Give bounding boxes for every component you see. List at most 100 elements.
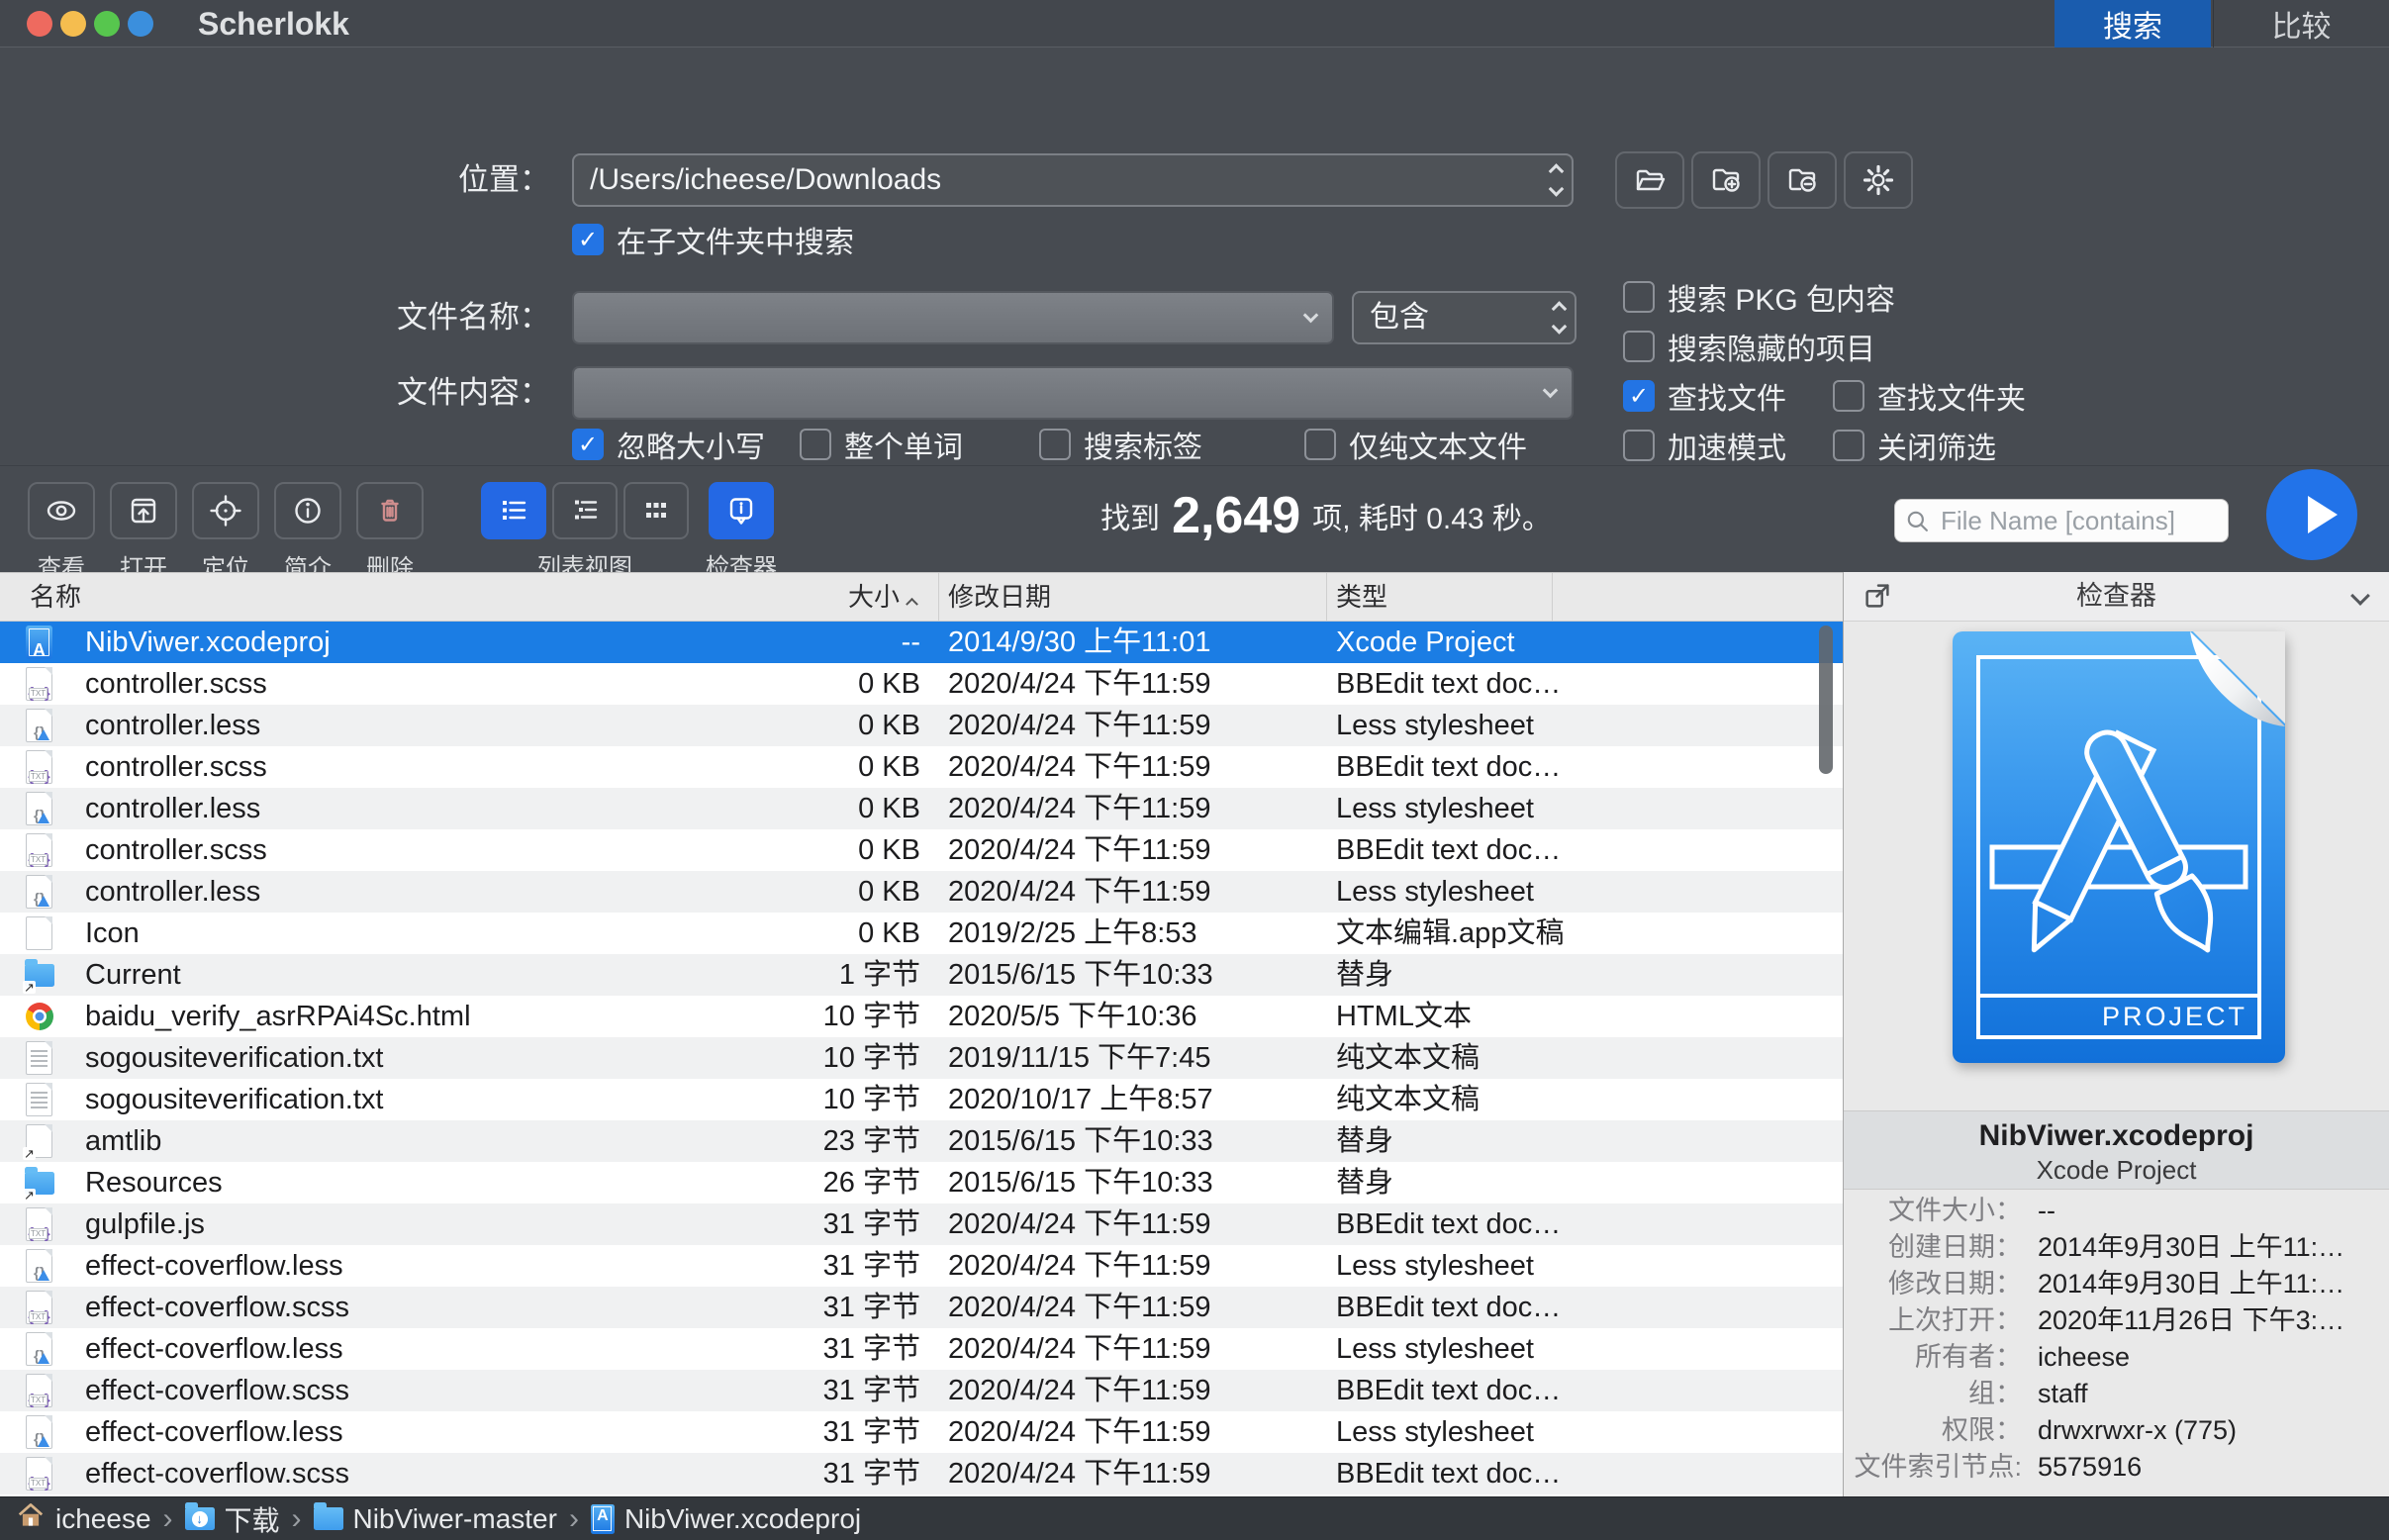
search-form: 位置： /Users/icheese/Downloads ✓ 在子文件夹中搜索 … <box>0 48 2389 465</box>
detail-label: 修改日期： <box>1844 1266 2038 1302</box>
open-button[interactable] <box>110 482 177 539</box>
tab-search[interactable]: 搜索 <box>2055 0 2211 48</box>
close-window-button[interactable] <box>27 11 52 37</box>
checkbox-查找文件夹[interactable]: 查找文件夹 <box>1833 374 2026 418</box>
checkbox-忽略大小写[interactable]: ✓忽略大小写 <box>572 423 765 466</box>
column-header-size[interactable]: 大小 <box>693 573 916 621</box>
breadcrumb-item[interactable]: NibViwer.xcodeproj <box>591 1503 861 1535</box>
file-type: Xcode Project <box>1336 622 1515 663</box>
zoom-window-button[interactable] <box>94 11 120 37</box>
add-folder-button[interactable] <box>1691 151 1761 209</box>
breadcrumb-item[interactable]: NibViwer-master <box>314 1503 557 1535</box>
table-row[interactable]: ↗amtlib23 字节2015/6/15 下午10:33替身 <box>0 1120 1843 1162</box>
checkbox-搜索隐藏的项目[interactable]: 搜索隐藏的项目 <box>1623 325 1875 368</box>
file-name: effect-coverflow.scss <box>85 1287 349 1328</box>
table-row[interactable]: {}controller.less0 KB2020/4/24 下午11:59Le… <box>0 705 1843 746</box>
file-date: 2015/6/15 下午10:33 <box>948 1120 1213 1162</box>
alias-arrow-icon: ↗ <box>23 1147 36 1160</box>
table-row[interactable]: sogousiteverification.txt10 字节2020/10/17… <box>0 1079 1843 1120</box>
table-row[interactable]: {B}TXTeffect-coverflow.scss31 字节2020/4/2… <box>0 1453 1843 1494</box>
table-row[interactable]: ↗Resources26 字节2015/6/15 下午10:33替身 <box>0 1162 1843 1203</box>
checkbox-整个单词[interactable]: 整个单词 <box>800 423 963 466</box>
detail-label: 创建日期： <box>1844 1229 2038 1266</box>
checkbox-仅纯文本文件[interactable]: 仅纯文本文件 <box>1304 423 1527 466</box>
checkbox-关闭筛选[interactable]: 关闭筛选 <box>1833 424 1996 467</box>
settings-button[interactable] <box>1844 151 1913 209</box>
checkbox-search-subfolders[interactable]: ✓ 在子文件夹中搜索 <box>572 218 854 261</box>
table-row[interactable]: {B}TXTeffect-coverflow.scss31 字节2020/4/2… <box>0 1370 1843 1411</box>
table-row[interactable]: {B}TXTgulpfile.js31 字节2020/4/24 下午11:59B… <box>0 1203 1843 1245</box>
tab-compare[interactable]: 比较 <box>2213 0 2389 48</box>
file-name: sogousiteverification.txt <box>85 1037 383 1079</box>
xcode-project-icon <box>22 625 57 660</box>
svg-text:PROJECT: PROJECT <box>2102 1002 2247 1031</box>
open-folder-button[interactable] <box>1615 151 1684 209</box>
info-button[interactable] <box>274 482 341 539</box>
table-row[interactable]: {B}TXTeffect-coverflow.scss31 字节2020/4/2… <box>0 1287 1843 1328</box>
file-size: 10 字节 <box>683 996 920 1037</box>
file-size: 0 KB <box>683 746 920 788</box>
table-row[interactable]: {}effect-coverflow.less31 字节2020/4/24 下午… <box>0 1245 1843 1287</box>
location-select[interactable]: /Users/icheese/Downloads <box>572 153 1574 207</box>
match-mode-select[interactable]: 包含 <box>1352 291 1577 344</box>
outline-view-button[interactable] <box>552 482 618 539</box>
file-name-input[interactable] <box>572 291 1334 344</box>
breadcrumb-item[interactable]: icheese <box>16 1500 151 1537</box>
table-row[interactable]: ↗Current1 字节2015/6/15 下午10:33替身 <box>0 954 1843 996</box>
less-doc-icon: {} <box>22 1414 57 1450</box>
table-row[interactable]: baidu_verify_asrRPAi4Sc.html10 字节2020/5/… <box>0 996 1843 1037</box>
checkbox-box <box>1039 429 1071 460</box>
file-size: 31 字节 <box>683 1411 920 1453</box>
view-button[interactable] <box>28 482 95 539</box>
locate-button[interactable] <box>192 482 259 539</box>
bbedit-doc-icon: {B}TXT <box>22 1290 57 1325</box>
checkbox-搜索 PKG 包内容[interactable]: 搜索 PKG 包内容 <box>1623 275 1895 319</box>
file-content-input[interactable] <box>572 366 1574 420</box>
minimize-window-button[interactable] <box>60 11 86 37</box>
table-row[interactable]: {}effect-coverflow.less31 字节2020/4/24 下午… <box>0 1328 1843 1370</box>
app-window: Scherlokk 搜索 比较 位置： /Users/icheese/Downl… <box>0 0 2389 1540</box>
table-row[interactable]: Icon0 KB2019/2/25 上午8:53文本编辑.app文稿 <box>0 913 1843 954</box>
bbedit-doc-icon: {B}TXT <box>22 1206 57 1242</box>
search-result-status: 找到 2,649 项, 耗时 0.43 秒。 <box>1099 466 1554 565</box>
filter-input[interactable] <box>1939 502 2220 539</box>
table-row[interactable]: {}controller.less0 KB2020/4/24 下午11:59Le… <box>0 871 1843 913</box>
bbedit-doc-icon: {B}TXT <box>22 1373 57 1408</box>
stepper-icon <box>1551 166 1562 195</box>
folder-icon: ↗ <box>22 957 57 993</box>
detail-value: 2014年9月30日 上午11:… <box>2038 1229 2344 1266</box>
scrollbar-thumb[interactable] <box>1819 626 1833 774</box>
inspector-toggle-button[interactable] <box>709 482 774 539</box>
checkbox-加速模式[interactable]: 加速模式 <box>1623 424 1786 467</box>
start-search-button[interactable] <box>2266 469 2357 560</box>
column-header-type[interactable]: 类型 <box>1336 573 1387 621</box>
xcode-project-icon-large: PROJECT <box>1953 631 2285 1063</box>
table-row[interactable]: {B}TXTcontroller.scss0 KB2020/4/24 下午11:… <box>0 746 1843 788</box>
file-type: 纯文本文稿 <box>1336 1079 1480 1120</box>
table-row[interactable]: {B}TXTcontroller.scss0 KB2020/4/24 下午11:… <box>0 829 1843 871</box>
table-row[interactable]: {}controller.less0 KB2020/4/24 下午11:59Le… <box>0 788 1843 829</box>
table-row[interactable]: sogousiteverification.txt10 字节2019/11/15… <box>0 1037 1843 1079</box>
grid-view-button[interactable] <box>623 482 689 539</box>
file-size: 0 KB <box>683 829 920 871</box>
open-in-window-button[interactable] <box>1858 579 1897 615</box>
remove-folder-button[interactable] <box>1768 151 1837 209</box>
column-header-date[interactable]: 修改日期 <box>948 573 1051 621</box>
inspector-file-name: NibViwer.xcodeproj <box>1844 1119 2389 1153</box>
table-row[interactable]: {B}TXTcontroller.scss0 KB2020/4/24 下午11:… <box>0 663 1843 705</box>
file-date: 2019/11/15 下午7:45 <box>948 1037 1211 1079</box>
less-doc-icon: {} <box>22 1248 57 1284</box>
breadcrumb: icheese›下载›NibViwer-master›NibViwer.xcod… <box>0 1496 2389 1540</box>
file-size: 0 KB <box>683 788 920 829</box>
delete-button[interactable] <box>356 482 424 539</box>
file-list: NibViwer.xcodeproj--2014/9/30 上午11:01Xco… <box>0 622 1843 1496</box>
file-type: BBEdit text doc… <box>1336 1287 1561 1328</box>
column-header-name[interactable]: 名称 <box>30 573 81 621</box>
checkbox-查找文件[interactable]: ✓查找文件 <box>1623 374 1786 418</box>
breadcrumb-item[interactable]: 下载 <box>185 1499 280 1539</box>
list-view-button[interactable] <box>481 482 546 539</box>
table-row[interactable]: {}effect-coverflow.less31 字节2020/4/24 下午… <box>0 1411 1843 1453</box>
table-row[interactable]: NibViwer.xcodeproj--2014/9/30 上午11:01Xco… <box>0 622 1843 663</box>
checkbox-搜索标签[interactable]: 搜索标签 <box>1039 423 1202 466</box>
detail-row: 创建日期：2014年9月30日 上午11:… <box>1844 1229 2389 1266</box>
